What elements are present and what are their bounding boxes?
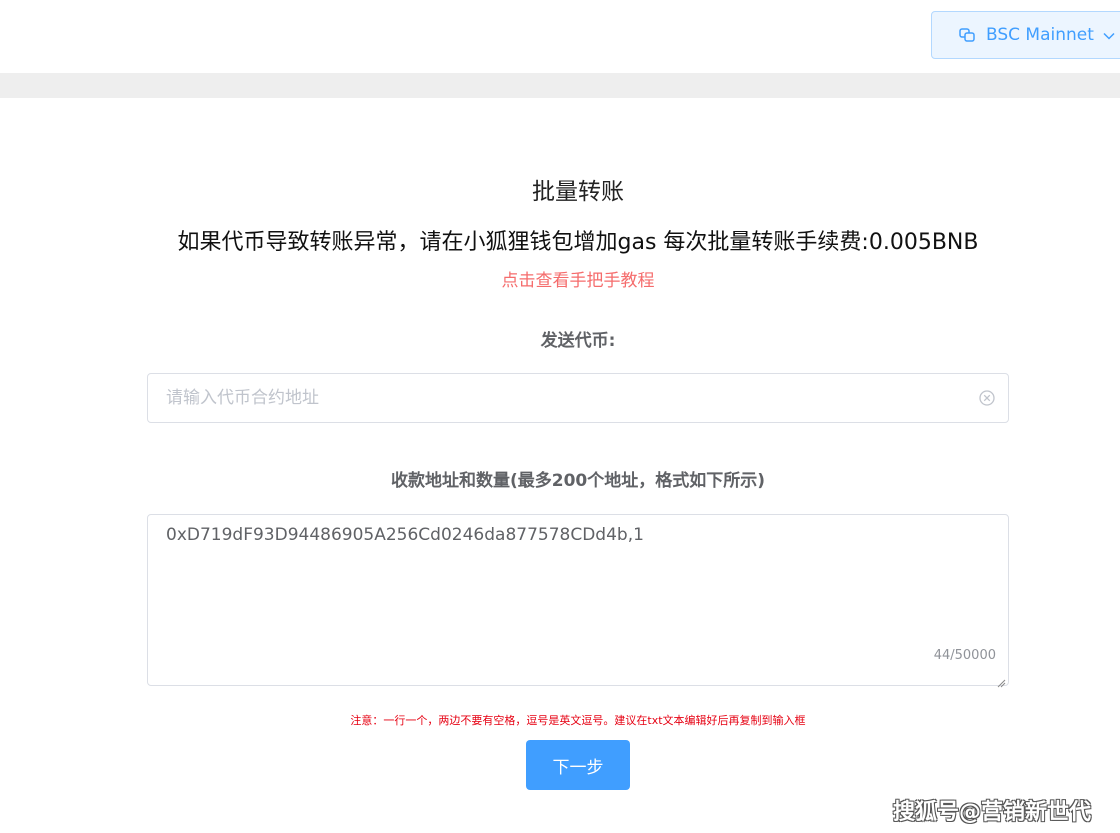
- recipients-label: 收款地址和数量(最多200个地址，格式如下所示): [390, 471, 766, 491]
- send-token-label: 发送代币:: [540, 331, 616, 351]
- character-count: 44/50000: [933, 648, 996, 663]
- tutorial-link[interactable]: 点击查看手把手教程: [0, 266, 1120, 291]
- network-label: BSC Mainnet: [986, 25, 1094, 45]
- recipients-text: 0xD719dF93D94486905A256Cd0246da877578CDd…: [166, 525, 644, 545]
- chevron-down-icon: [1102, 28, 1116, 42]
- resize-handle[interactable]: [996, 673, 1006, 688]
- link-icon: [958, 26, 976, 44]
- top-bar: BSC Mainnet: [0, 0, 1120, 73]
- input-warning: 注意：一行一个，两边不要有空格，逗号是英文逗号。建议在txt文本编辑好后再复制到…: [350, 714, 806, 727]
- watermark: 搜狐号@营销新世代: [893, 800, 1092, 825]
- recipients-textarea[interactable]: 0xD719dF93D94486905A256Cd0246da877578CDd…: [147, 514, 1009, 688]
- page-title: 批量转账: [532, 179, 624, 205]
- token-address-input[interactable]: [148, 374, 966, 422]
- header-divider: [0, 73, 1120, 98]
- next-step-button[interactable]: 下一步: [526, 740, 630, 790]
- network-selector-button[interactable]: BSC Mainnet: [931, 11, 1120, 59]
- clear-icon[interactable]: [978, 389, 996, 407]
- fee-notice: 如果代币导致转账异常，请在小狐狸钱包增加gas 每次批量转账手续费:0.005B…: [177, 230, 979, 255]
- token-address-field: [147, 373, 1009, 423]
